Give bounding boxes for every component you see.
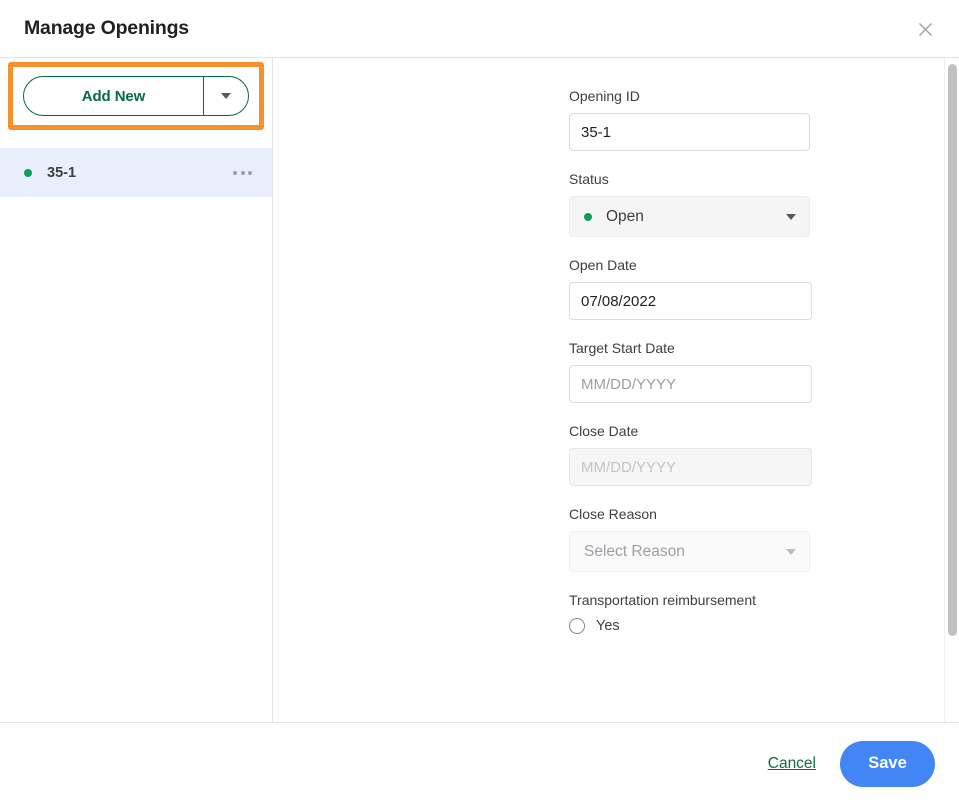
status-label: Status [569,171,959,187]
chevron-down-icon [221,93,231,99]
modal-footer: Cancel Save [0,722,959,804]
opening-id-input[interactable] [569,113,810,151]
field-status: Status Open [569,171,959,237]
opening-id-label: Opening ID [569,88,959,104]
opening-form: Opening ID Status Open Open Date [273,58,959,678]
field-target-start-date: Target Start Date [569,340,959,403]
scrollbar-thumb[interactable] [948,64,957,636]
status-dot-icon [584,213,592,221]
open-date-label: Open Date [569,257,959,273]
target-start-date-label: Target Start Date [569,340,959,356]
add-new-button[interactable]: Add New [24,77,203,115]
manage-openings-modal: Manage Openings Add New [0,0,959,804]
field-opening-id: Opening ID [569,88,959,151]
list-item-label: 35-1 [47,165,229,181]
close-icon[interactable] [909,13,941,45]
close-reason-select-value: Select Reason [584,543,786,561]
openings-list: 35-1 [0,148,272,197]
transportation-yes-radio[interactable]: Yes [569,614,959,638]
target-start-date-input[interactable] [569,365,812,403]
transportation-yes-label: Yes [596,618,620,634]
field-open-date: Open Date [569,257,959,320]
vertical-scrollbar[interactable] [944,58,959,722]
add-new-highlight-box: Add New [8,62,264,130]
page-title: Manage Openings [24,17,189,40]
field-close-reason: Close Reason Select Reason [569,506,959,572]
modal-header: Manage Openings [0,0,959,58]
modal-body: Add New 35-1 [0,58,959,722]
cancel-button[interactable]: Cancel [766,751,818,777]
chevron-down-icon [786,214,796,220]
close-reason-select: Select Reason [569,531,810,572]
field-close-date: Close Date [569,423,959,486]
status-dot-icon [24,169,32,177]
close-date-input [569,448,812,486]
add-new-dropdown-button[interactable] [204,77,248,115]
save-button[interactable]: Save [840,741,935,787]
list-item[interactable]: 35-1 [0,148,272,197]
status-select-value: Open [606,208,786,226]
chevron-down-icon [786,549,796,555]
opening-detail-panel: Opening ID Status Open Open Date [273,58,959,722]
openings-sidebar: Add New 35-1 [0,58,273,722]
transportation-label: Transportation reimbursement [569,592,959,608]
radio-circle-icon [569,618,585,634]
add-new-split-button[interactable]: Add New [23,76,249,116]
status-select[interactable]: Open [569,196,810,237]
open-date-input[interactable] [569,282,812,320]
close-reason-label: Close Reason [569,506,959,522]
kebab-menu-icon[interactable] [229,165,256,181]
close-date-label: Close Date [569,423,959,439]
field-transportation-reimbursement: Transportation reimbursement Yes [569,592,959,638]
